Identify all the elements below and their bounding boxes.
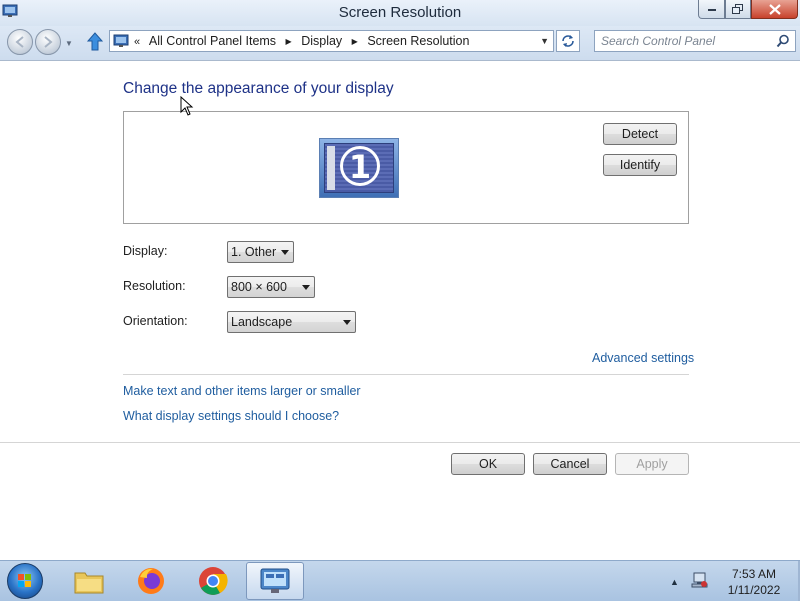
- taskbar-control-panel[interactable]: [246, 562, 304, 600]
- minimize-icon: [707, 9, 716, 11]
- chrome-icon: [199, 567, 228, 595]
- apply-button[interactable]: Apply: [615, 453, 689, 475]
- text-size-link[interactable]: Make text and other items larger or smal…: [123, 384, 361, 398]
- section-divider: [123, 374, 689, 375]
- navigation-bar: ▼ « All Control Panel Items ▶ Display ▶ …: [0, 26, 800, 61]
- window-title: Screen Resolution: [338, 4, 462, 21]
- display-value: 1. Other: [231, 245, 277, 259]
- orientation-label: Orientation:: [123, 314, 188, 328]
- monitor-sidebar-graphic: [327, 146, 335, 190]
- restore-icon: [732, 3, 743, 14]
- breadcrumb-item-screen-resolution[interactable]: Screen Resolution: [367, 34, 469, 48]
- dropdown-arrow-icon: [302, 285, 310, 290]
- identify-button[interactable]: Identify: [603, 154, 677, 176]
- page-heading: Change the appearance of your display: [123, 80, 394, 97]
- detect-button[interactable]: Detect: [603, 123, 677, 145]
- refresh-button[interactable]: [556, 30, 580, 52]
- system-clock[interactable]: 7:53 AM 1/11/2022: [716, 566, 792, 598]
- windows-logo-icon: [18, 574, 31, 587]
- file-explorer-icon: [74, 572, 104, 594]
- monitor-arrangement-panel: 1 Detect Identify: [123, 111, 689, 224]
- refresh-icon: [562, 35, 574, 47]
- taskbar: ▲ 7:53 AM 1/11/2022: [0, 560, 800, 601]
- resolution-dropdown[interactable]: 800 × 600: [227, 276, 315, 298]
- monitor-number: 1: [348, 148, 372, 186]
- display-dropdown[interactable]: 1. Other: [227, 241, 294, 263]
- orientation-value: Landscape: [231, 315, 293, 329]
- orientation-dropdown[interactable]: Landscape: [227, 311, 356, 333]
- ok-button[interactable]: OK: [451, 453, 525, 475]
- taskbar-file-explorer[interactable]: [60, 562, 118, 600]
- minimize-button[interactable]: [698, 0, 725, 19]
- search-box[interactable]: [594, 30, 796, 52]
- show-hidden-icons-icon[interactable]: ▲: [670, 577, 679, 587]
- title-bar: Screen Resolution: [0, 0, 800, 26]
- recent-pages-dropdown-icon[interactable]: ▼: [65, 39, 73, 48]
- cancel-button[interactable]: Cancel: [533, 453, 607, 475]
- monitor-1-tile[interactable]: 1: [319, 138, 399, 198]
- display-label: Display:: [123, 244, 168, 258]
- footer-divider: [0, 442, 800, 443]
- firefox-icon: [138, 568, 164, 594]
- clock-time: 7:53 AM: [731, 567, 777, 581]
- taskbar-firefox[interactable]: [122, 562, 180, 600]
- advanced-settings-link[interactable]: Advanced settings: [592, 351, 694, 365]
- up-level-icon[interactable]: [86, 31, 104, 58]
- address-dropdown-icon[interactable]: ▼: [540, 36, 549, 46]
- breadcrumb-overflow[interactable]: «: [134, 36, 140, 48]
- breadcrumb-item-display[interactable]: Display: [301, 34, 342, 48]
- mouse-cursor-icon: [180, 96, 194, 116]
- control-panel-icon: [260, 568, 290, 593]
- breadcrumb: « All Control Panel Items ▶ Display ▶ Sc…: [132, 34, 469, 48]
- control-panel-icon: [113, 33, 129, 54]
- breadcrumb-item-all-control-panel-items[interactable]: All Control Panel Items: [149, 34, 276, 48]
- address-bar[interactable]: « All Control Panel Items ▶ Display ▶ Sc…: [109, 30, 554, 52]
- close-button[interactable]: [751, 0, 798, 19]
- start-button[interactable]: [7, 563, 43, 599]
- resolution-label: Resolution:: [123, 279, 186, 293]
- restore-button[interactable]: [725, 0, 751, 19]
- monitor-screen: 1: [324, 143, 394, 193]
- network-icon[interactable]: [690, 571, 708, 594]
- breadcrumb-separator-icon[interactable]: ▶: [352, 37, 358, 46]
- back-arrow-icon: [15, 36, 24, 48]
- close-icon: [768, 3, 781, 15]
- forward-arrow-icon: [44, 36, 53, 48]
- dropdown-arrow-icon: [281, 250, 289, 255]
- search-icon[interactable]: [776, 34, 790, 53]
- resolution-value: 800 × 600: [231, 280, 287, 294]
- taskbar-chrome[interactable]: [184, 562, 242, 600]
- forward-button[interactable]: [35, 29, 61, 55]
- search-input[interactable]: [601, 33, 771, 49]
- dropdown-arrow-icon: [343, 320, 351, 325]
- display-help-link[interactable]: What display settings should I choose?: [123, 409, 339, 423]
- clock-date: 1/11/2022: [727, 583, 781, 597]
- back-button[interactable]: [7, 29, 33, 55]
- breadcrumb-separator-icon[interactable]: ▶: [286, 37, 292, 46]
